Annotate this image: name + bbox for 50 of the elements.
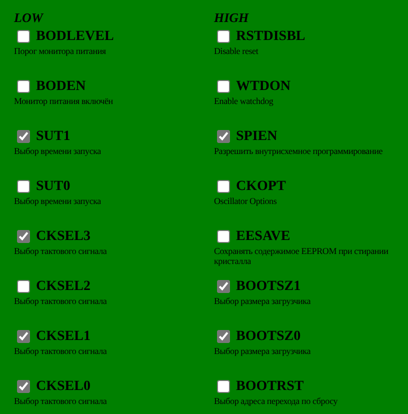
- fuse-checkbox[interactable]: [17, 80, 30, 93]
- fuse-checkbox[interactable]: [17, 330, 30, 343]
- fuse-name: SUT0: [36, 178, 70, 194]
- fuse-name: BOOTRST: [236, 378, 304, 394]
- column-heading: LOW: [14, 9, 45, 27]
- fuse-checkbox[interactable]: [217, 30, 230, 43]
- fuse-description: Disable reset: [214, 46, 260, 56]
- fuse-description: Монитор питания включён: [14, 96, 114, 106]
- fuse-name: SPIEN: [236, 128, 278, 144]
- fuse-checkbox[interactable]: [217, 280, 230, 293]
- fuse-name: SUT1: [36, 128, 70, 144]
- fuse-name: BODLEVEL: [36, 28, 114, 44]
- fuse-description: Разрешить внутрисхемное программирование: [214, 146, 384, 156]
- fuse-checkbox[interactable]: [17, 130, 30, 143]
- fuse-description: Порог монитора питания: [14, 46, 107, 56]
- fuse-name: BODEN: [36, 78, 86, 94]
- fuse-checkbox[interactable]: [17, 180, 30, 193]
- fuse-description: Выбор адреса перехода по сбросу: [214, 396, 339, 406]
- fuse-name: WTDON: [236, 78, 290, 94]
- fuse-checkbox[interactable]: [217, 330, 230, 343]
- fuse-checkbox[interactable]: [217, 80, 230, 93]
- fuse-name: CKSEL2: [36, 278, 90, 294]
- fuse-name: CKSEL3: [36, 228, 90, 244]
- fuse-checkbox[interactable]: [217, 230, 230, 243]
- fuse-description: Выбор размера загрузчика: [214, 346, 312, 356]
- fuse-checkbox[interactable]: [217, 380, 230, 393]
- fuse-description: Выбор тактового сигнала: [14, 396, 108, 406]
- fuse-checkbox[interactable]: [17, 30, 30, 43]
- fuse-name: BOOTSZ0: [236, 328, 301, 344]
- fuse-name: CKSEL1: [36, 328, 90, 344]
- fuse-name: RSTDISBL: [236, 28, 306, 44]
- fuse-name: CKSEL0: [36, 378, 90, 394]
- fuse-description: Сохранять содержимое EEPROM при стирании кристалла: [214, 246, 390, 266]
- fuse-checkbox[interactable]: [17, 280, 30, 293]
- fuse-description: Выбор тактового сигнала: [14, 346, 108, 356]
- fuse-name: EESAVE: [236, 228, 290, 244]
- fuse-name: CKOPT: [236, 178, 286, 194]
- fuse-description: Выбор тактового сигнала: [14, 246, 108, 256]
- column-heading: HIGH: [214, 9, 250, 27]
- fuse-name: BOOTSZ1: [236, 278, 301, 294]
- fuse-checkbox[interactable]: [17, 230, 30, 243]
- fuse-checkbox[interactable]: [217, 130, 230, 143]
- fuse-description: Выбор тактового сигнала: [14, 296, 108, 306]
- fuse-description: Enable watchdog: [214, 96, 274, 106]
- fuse-description: Выбор времени запуска: [14, 146, 102, 156]
- fuse-checkbox[interactable]: [217, 180, 230, 193]
- fuse-checkbox[interactable]: [17, 380, 30, 393]
- fuse-description: Oscillator Options: [214, 196, 278, 206]
- fuse-description: Выбор размера загрузчика: [214, 296, 312, 306]
- fuse-description: Выбор времени запуска: [14, 196, 102, 206]
